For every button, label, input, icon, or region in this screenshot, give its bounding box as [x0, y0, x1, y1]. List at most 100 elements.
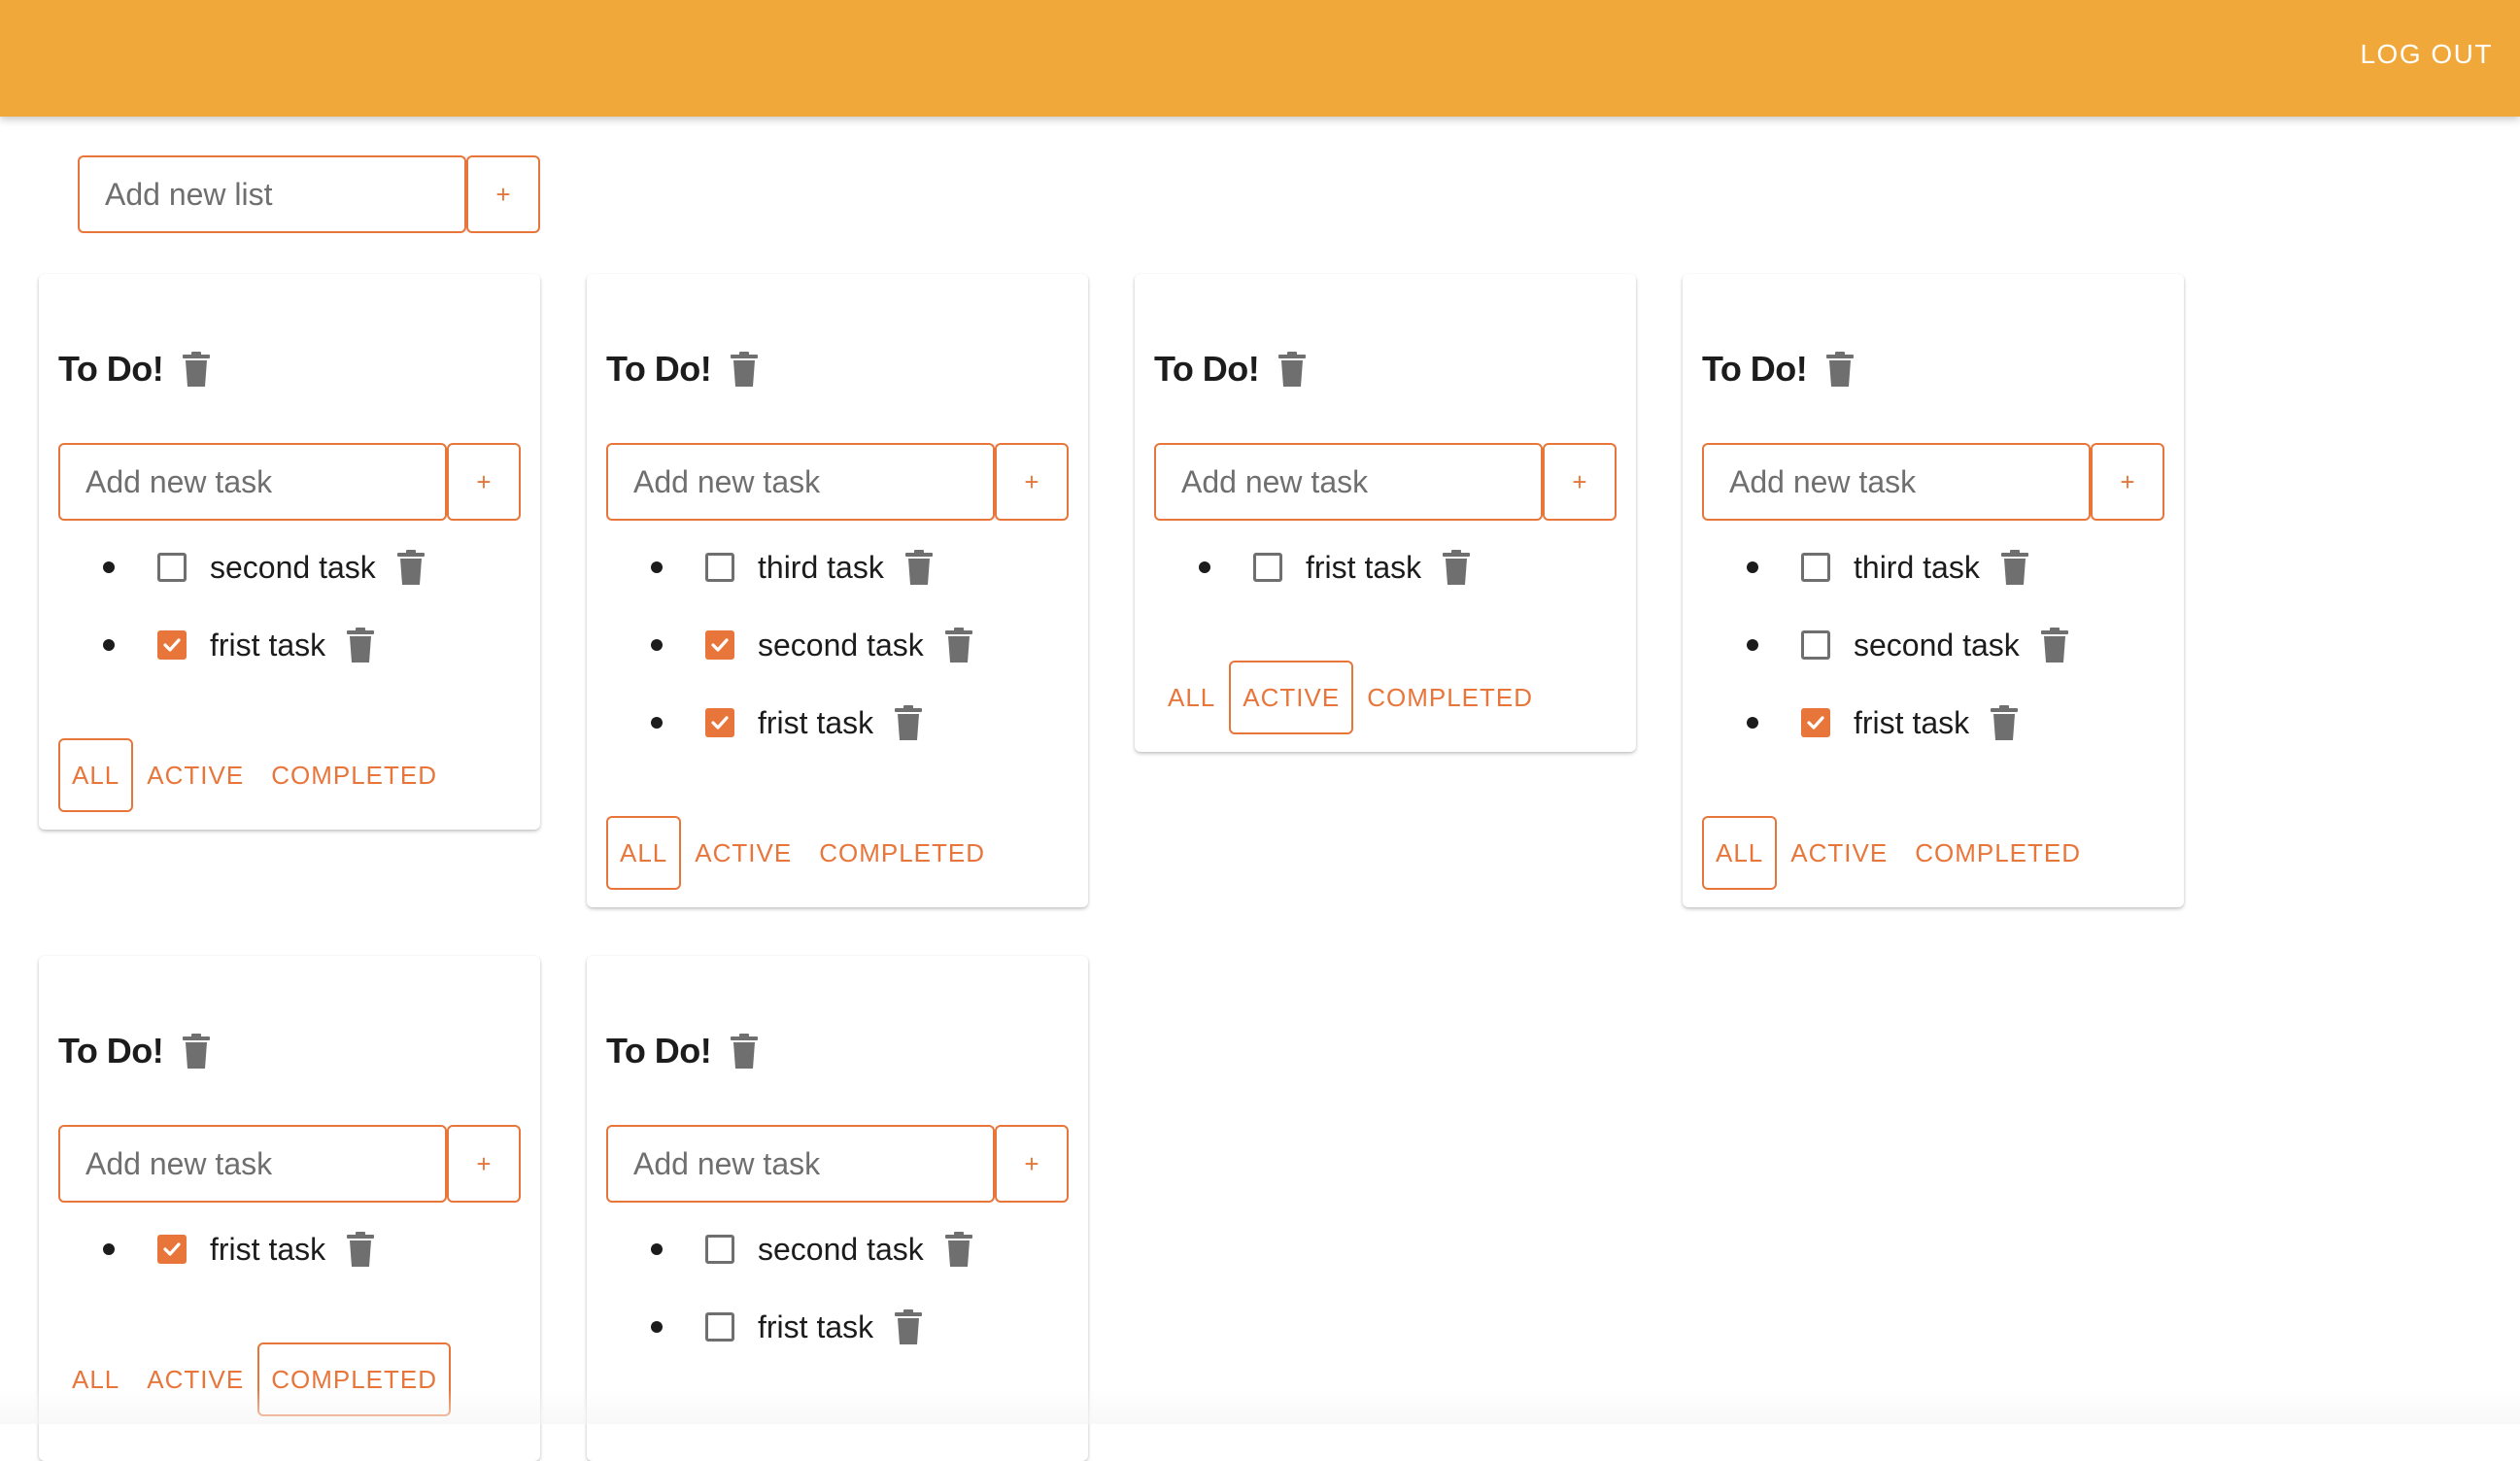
task-item: third task	[1683, 528, 2184, 606]
delete-list-trash-icon[interactable]	[183, 352, 211, 387]
task-checkbox[interactable]	[1801, 553, 1830, 582]
list-header: To Do!	[1154, 348, 1307, 391]
add-task-button[interactable]: +	[995, 1125, 1069, 1203]
task-label: frist task	[1306, 550, 1422, 585]
filter-active-button[interactable]: ACTIVE	[1777, 816, 1901, 890]
list-header: To Do!	[58, 1030, 211, 1072]
task-checkbox[interactable]	[705, 708, 734, 737]
task-checkbox[interactable]	[705, 553, 734, 582]
delete-task-trash-icon[interactable]	[944, 628, 972, 663]
add-task-input[interactable]: Add new task	[58, 1125, 447, 1203]
filter-completed-button[interactable]: COMPLETED	[1353, 661, 1547, 734]
bullet-icon	[1747, 639, 1758, 651]
filter-all-button[interactable]: ALL	[58, 1342, 133, 1416]
add-task-button[interactable]: +	[447, 443, 521, 521]
delete-task-trash-icon[interactable]	[904, 550, 933, 585]
task-checkbox[interactable]	[1801, 708, 1830, 737]
add-task-input[interactable]: Add new task	[58, 443, 447, 521]
delete-list-trash-icon[interactable]	[1826, 352, 1855, 387]
task-item: frist task	[587, 1288, 1088, 1366]
task-checkbox[interactable]	[705, 1235, 734, 1264]
delete-task-trash-icon[interactable]	[1991, 705, 2019, 740]
filter-all-button[interactable]: ALL	[606, 816, 682, 890]
filter-buttons: ALL ACTIVE COMPLETED	[1154, 661, 1547, 734]
filter-active-button[interactable]: ACTIVE	[681, 816, 805, 890]
task-label-row: frist task	[210, 1230, 375, 1269]
task-list: frist task	[39, 1210, 540, 1288]
task-label: frist task	[1854, 705, 1970, 740]
list-title: To Do!	[1702, 349, 1808, 389]
task-checkbox[interactable]	[157, 630, 187, 660]
task-label: second task	[1854, 628, 2020, 663]
task-checkbox[interactable]	[705, 630, 734, 660]
delete-list-trash-icon[interactable]	[731, 1034, 759, 1069]
task-label: frist task	[210, 628, 326, 663]
todo-list-card: To Do! Add new task + third task second task…	[587, 274, 1088, 907]
list-title: To Do!	[58, 1031, 164, 1070]
filter-buttons: ALL ACTIVE COMPLETED	[606, 816, 999, 890]
bullet-icon	[1747, 561, 1758, 573]
filter-all-button[interactable]: ALL	[1702, 816, 1778, 890]
delete-list-trash-icon[interactable]	[731, 352, 759, 387]
delete-list-trash-icon[interactable]	[1278, 352, 1307, 387]
task-item: frist task	[39, 1210, 540, 1288]
bullet-icon	[103, 639, 115, 651]
add-list-button[interactable]: +	[466, 155, 540, 233]
add-task-input[interactable]: Add new task	[606, 443, 995, 521]
task-item: frist task	[587, 684, 1088, 762]
filter-all-button[interactable]: ALL	[1154, 661, 1229, 734]
filter-completed-button[interactable]: COMPLETED	[1901, 816, 2094, 890]
add-task-button[interactable]: +	[1543, 443, 1617, 521]
delete-task-trash-icon[interactable]	[396, 550, 425, 585]
add-list-input[interactable]: Add new list	[78, 155, 466, 233]
delete-task-trash-icon[interactable]	[2040, 628, 2068, 663]
task-item: second task	[1683, 606, 2184, 684]
add-task-input[interactable]: Add new task	[1154, 443, 1543, 521]
task-item: third task	[587, 528, 1088, 606]
delete-task-trash-icon[interactable]	[1443, 550, 1471, 585]
filter-active-button[interactable]: ACTIVE	[1229, 661, 1354, 734]
delete-task-trash-icon[interactable]	[2000, 550, 2028, 585]
add-task-button[interactable]: +	[995, 443, 1069, 521]
filter-completed-button[interactable]: COMPLETED	[257, 1342, 451, 1416]
task-checkbox[interactable]	[157, 1235, 187, 1264]
todo-list-card: To Do! Add new task + frist task ALL ACTIVE CO…	[1135, 274, 1636, 752]
logout-button[interactable]: LOG OUT	[2360, 35, 2493, 74]
task-label: third task	[758, 550, 884, 585]
delete-task-trash-icon[interactable]	[347, 628, 375, 663]
delete-task-trash-icon[interactable]	[347, 1232, 375, 1267]
task-item: frist task	[1683, 684, 2184, 762]
task-list: second task frist task	[39, 528, 540, 684]
filter-buttons: ALL ACTIVE COMPLETED	[58, 1342, 451, 1416]
task-list: third task second task frist task	[587, 528, 1088, 762]
bullet-icon	[103, 561, 115, 573]
task-checkbox[interactable]	[1253, 553, 1282, 582]
add-task-button[interactable]: +	[447, 1125, 521, 1203]
filter-completed-button[interactable]: COMPLETED	[257, 738, 451, 812]
task-label-row: second task	[1854, 626, 2068, 664]
delete-task-trash-icon[interactable]	[944, 1232, 972, 1267]
task-checkbox[interactable]	[157, 553, 187, 582]
bullet-icon	[651, 639, 663, 651]
list-header: To Do!	[606, 348, 759, 391]
filter-completed-button[interactable]: COMPLETED	[805, 816, 999, 890]
bullet-icon	[651, 717, 663, 729]
add-task-input[interactable]: Add new task	[1702, 443, 2091, 521]
delete-task-trash-icon[interactable]	[895, 705, 923, 740]
task-label-row: third task	[758, 548, 933, 587]
delete-list-trash-icon[interactable]	[183, 1034, 211, 1069]
bullet-icon	[651, 1243, 663, 1255]
bullet-icon	[1199, 561, 1210, 573]
delete-task-trash-icon[interactable]	[895, 1309, 923, 1344]
task-checkbox[interactable]	[705, 1312, 734, 1342]
task-label-row: frist task	[1306, 548, 1471, 587]
filter-active-button[interactable]: ACTIVE	[133, 738, 257, 812]
filter-all-button[interactable]: ALL	[58, 738, 134, 812]
list-title: To Do!	[606, 349, 712, 389]
task-checkbox[interactable]	[1801, 630, 1830, 660]
add-task-button[interactable]: +	[2091, 443, 2164, 521]
task-label-row: second task	[758, 1230, 972, 1269]
todo-list-card: To Do! Add new task + second task frist task	[587, 956, 1088, 1461]
add-task-input[interactable]: Add new task	[606, 1125, 995, 1203]
filter-active-button[interactable]: ACTIVE	[133, 1342, 257, 1416]
